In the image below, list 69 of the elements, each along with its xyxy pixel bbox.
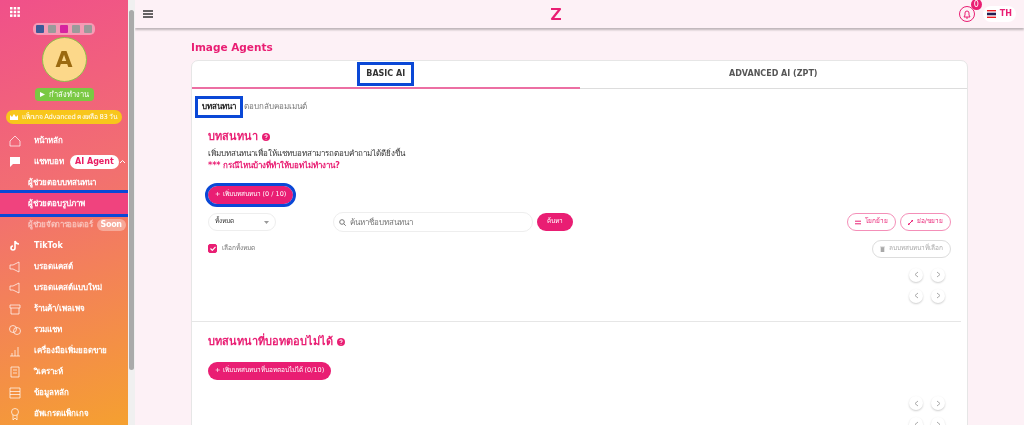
chevron-left-icon (913, 292, 919, 300)
logo-icon (549, 7, 562, 21)
previous-button[interactable] (909, 396, 923, 410)
section-title: บทสนทนา (208, 128, 258, 145)
help-icon (337, 338, 345, 346)
apps-icon[interactable] (10, 7, 20, 17)
sidebar-item[interactable]: รวมแชท (0, 319, 128, 341)
chevron-right-icon (935, 420, 941, 425)
sidebar-item[interactable]: บรอดแคสต์แบบใหม่ (0, 277, 128, 299)
trash-icon (880, 245, 885, 252)
expand-icon (907, 219, 913, 225)
section-description: เพิ่มบทสนทนาเพื่อให้แชทบอทสามารถตอบคำถามได้ดียิ่งขึ้น (208, 148, 407, 160)
tab[interactable]: ADVANCED AI (ZPT) (579, 60, 967, 89)
sidebar-item[interactable]: แชทบอท AI Agent (0, 151, 128, 173)
help-icon (262, 133, 270, 141)
next-button[interactable] (931, 267, 945, 282)
medal-icon (8, 406, 22, 421)
caret-icon[interactable] (118, 159, 126, 165)
sidebar-item[interactable]: บรอดแคสต์ (0, 256, 128, 278)
sidebar-subitem[interactable]: ผู้ช่วยตอบรูปภาพ (0, 193, 128, 215)
section-title: บทสนทนาที่บอทตอบไม่ได้ (208, 333, 333, 350)
avatar: A (41, 37, 87, 82)
sidebar-subitem[interactable]: ผู้ช่วยตอบบทสนทนา (0, 172, 128, 194)
chevron-left-icon (913, 399, 919, 407)
sidebar-item[interactable]: ข้อมูลหลัก (0, 382, 128, 404)
chat-icon (8, 154, 22, 169)
search-field[interactable]: ค้นหาชื่อบทสนทนา (333, 212, 533, 232)
play-icon (39, 92, 45, 98)
subtab[interactable]: บทสนทนา (198, 98, 240, 115)
sidebar-item[interactable]: TikTok (0, 235, 128, 257)
megaphone-icon (8, 259, 22, 274)
previous-button[interactable] (909, 267, 923, 282)
chat-bubbles-icon (8, 322, 22, 337)
chevron-left-icon (913, 420, 919, 425)
sidebar-item[interactable]: วิเคราะห์ (0, 361, 128, 383)
soon-badge: Soon (96, 218, 126, 231)
language-button[interactable]: TH (982, 6, 1016, 22)
swap-icon (854, 219, 861, 225)
notification-count: 0 (970, 0, 982, 10)
megaphone-icon (8, 280, 22, 295)
sidebar-item[interactable]: อัพเกรดแพ็กเกจ (0, 403, 128, 425)
sidebar-item[interactable]: หน้าหลัก (0, 130, 128, 152)
chevron-left-icon (913, 271, 919, 279)
help-link[interactable]: *** กรณีไหนบ้างที่ทำให้บอทไม่ทำงาน? (208, 160, 340, 173)
crown-icon (10, 114, 19, 121)
list-icon (8, 385, 22, 400)
badge-label: AI Agent (70, 154, 119, 169)
chevron-right-icon (935, 399, 941, 407)
checkbox[interactable] (208, 244, 217, 254)
document-icon (8, 364, 22, 379)
sidebar-item[interactable]: เครื่องมือเพิ่มยอดขาย (0, 340, 128, 362)
page-title: Image Agents (191, 40, 274, 55)
sidebar-item[interactable]: ร้านค้า/เพลเพจ (0, 298, 128, 320)
chevron-right-icon (935, 292, 941, 300)
check-icon (209, 246, 216, 252)
previous-button[interactable] (909, 288, 923, 303)
store-icon (8, 301, 22, 316)
caret-down-icon (264, 220, 269, 224)
tab[interactable]: BASIC AI (192, 60, 580, 89)
search-icon (339, 218, 346, 226)
bell-icon (962, 9, 971, 19)
next-button[interactable] (931, 288, 945, 303)
chevron-right-icon (935, 271, 941, 279)
music-note-icon (8, 238, 22, 253)
home-icon (8, 133, 22, 148)
menu-icon[interactable] (143, 10, 153, 18)
flag-icon (986, 10, 996, 18)
subtab[interactable]: ตอบกลับคอมเมนต์ (240, 98, 311, 115)
next-button[interactable] (931, 396, 945, 410)
